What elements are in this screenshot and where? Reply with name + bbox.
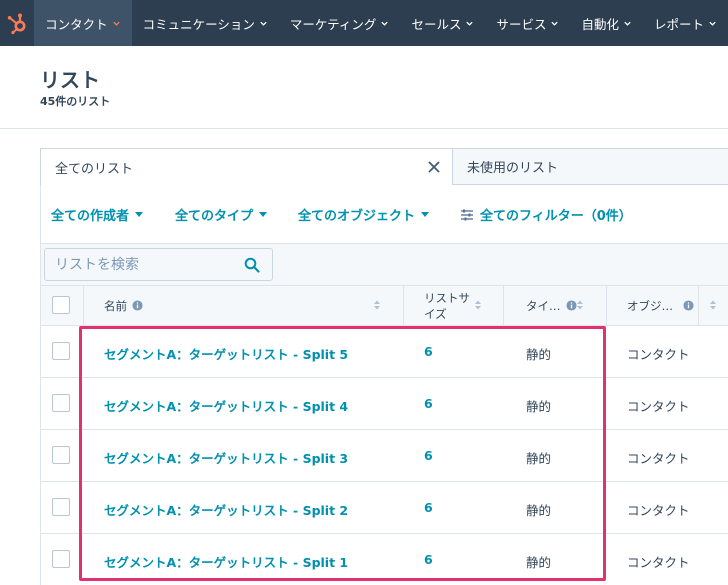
list-size-link[interactable]: 6: [424, 344, 433, 359]
list-size-link[interactable]: 6: [424, 396, 433, 411]
tab-label: 全てのリスト: [55, 161, 134, 177]
row-checkbox[interactable]: [52, 342, 70, 360]
table-header: [41, 285, 728, 326]
nav-item-label: レポート: [653, 16, 704, 32]
list-object: コンタクト: [627, 555, 690, 570]
search-box[interactable]: [44, 248, 273, 281]
chevron-down-icon: [260, 21, 267, 26]
tab-label: 未使用のリスト: [467, 161, 559, 176]
filter-type-dropdown[interactable]: 全てのタイプ: [175, 205, 268, 224]
sort-icon[interactable]: [373, 299, 381, 311]
list-type: 静的: [526, 451, 552, 466]
list-name-link[interactable]: セグメントA：ターゲットリスト - Split 3: [104, 448, 348, 467]
column-header-label: オブジ…: [627, 298, 673, 313]
list-type: 静的: [526, 399, 552, 414]
list-type: 静的: [526, 347, 552, 362]
header-divider: [0, 128, 728, 129]
chevron-down-icon: [551, 21, 559, 26]
caret-down-icon: [135, 212, 144, 217]
nav-item-sales[interactable]: セールス: [400, 0, 485, 46]
hubspot-sprocket-icon[interactable]: [0, 0, 34, 46]
list-size-link[interactable]: 6: [424, 552, 433, 567]
list-count: 45件のリスト: [40, 95, 111, 108]
column-header-name[interactable]: 名前: [104, 285, 143, 326]
nav-item-contacts[interactable]: コンタクト: [34, 0, 132, 46]
sliders-icon: [461, 209, 473, 220]
list-size-link[interactable]: 6: [424, 448, 433, 463]
nav-item-marketing[interactable]: マーケティング: [279, 0, 401, 46]
caret-down-icon: [421, 212, 430, 217]
list-object: コンタクト: [627, 399, 690, 414]
tab-unused-lists[interactable]: 未使用のリスト: [453, 148, 728, 185]
list-object: コンタクト: [627, 503, 690, 518]
list-type: 静的: [526, 555, 552, 570]
list-size-link[interactable]: 6: [424, 500, 433, 515]
nav-item-label: 自動化: [581, 16, 619, 32]
nav-item-reports[interactable]: レポート: [643, 0, 728, 46]
list-object: コンタクト: [627, 347, 690, 362]
filter-label: 全てのタイプ: [175, 209, 254, 224]
nav-item-service[interactable]: サービス: [485, 0, 570, 46]
caret-down-icon: [259, 212, 268, 217]
sort-icon[interactable]: [576, 299, 584, 311]
close-icon[interactable]: [426, 159, 442, 175]
sort-icon[interactable]: [474, 299, 482, 311]
nav-item-label: サービス: [496, 16, 547, 32]
list-object: コンタクト: [627, 451, 690, 466]
nav-item-communications[interactable]: コミュニケーション: [132, 0, 279, 46]
chevron-down-icon: [381, 21, 389, 26]
page-title: リスト: [40, 68, 100, 92]
list-name-link[interactable]: セグメントA：ターゲットリスト - Split 1: [104, 552, 348, 571]
row-checkbox[interactable]: [52, 446, 70, 464]
row-checkbox[interactable]: [52, 498, 70, 516]
nav-item-label: マーケティング: [289, 16, 377, 32]
sort-icon[interactable]: [709, 299, 717, 311]
row-checkbox[interactable]: [52, 550, 70, 568]
list-name-link[interactable]: セグメントA：ターゲットリスト - Split 5: [104, 344, 348, 363]
tab-all-lists[interactable]: 全てのリスト: [40, 148, 453, 185]
column-header-label: タイ…: [526, 298, 561, 313]
row-checkbox[interactable]: [52, 394, 70, 412]
chevron-down-icon: [709, 21, 716, 26]
column-header-object[interactable]: オブジ…: [627, 285, 694, 326]
column-header-list-size[interactable]: リストサ イズ: [424, 285, 470, 326]
filter-object-dropdown[interactable]: 全てのオブジェクト: [298, 205, 430, 224]
column-header-label: 名前: [104, 298, 127, 313]
column-header-label: イズ: [424, 306, 447, 321]
column-header-type[interactable]: タイ…: [526, 285, 577, 326]
filter-label: 全てのオブジェクト: [298, 209, 416, 224]
nav-item-automation[interactable]: 自動化: [570, 0, 643, 46]
list-name-link[interactable]: セグメントA：ターゲットリスト - Split 4: [104, 396, 348, 415]
chevron-down-icon: [624, 21, 631, 26]
info-icon[interactable]: [683, 300, 694, 311]
list-type: 静的: [526, 503, 552, 518]
filter-label: 全てのフィルター（0件）: [480, 209, 632, 224]
chevron-down-icon: [113, 21, 120, 26]
list-name-link[interactable]: セグメントA：ターゲットリスト - Split 2: [104, 500, 348, 519]
search-input[interactable]: [55, 255, 235, 275]
chevron-down-icon: [466, 21, 474, 26]
top-navigation-bar: コンタクト コミュニケーション マーケティング セールス サービス 自動化 レポ…: [0, 0, 728, 46]
search-icon[interactable]: [244, 257, 260, 273]
info-icon[interactable]: [565, 300, 577, 311]
nav-item-label: セールス: [411, 16, 462, 32]
nav-item-label: コミュニケーション: [142, 16, 255, 32]
filter-label: 全ての作成者: [51, 209, 130, 224]
nav-item-label: コンタクト: [45, 16, 108, 32]
all-filters-button[interactable]: 全てのフィルター（0件）: [460, 205, 632, 224]
info-icon[interactable]: [132, 300, 143, 311]
column-header-label: リストサ: [424, 290, 470, 305]
filter-creator-dropdown[interactable]: 全ての作成者: [51, 205, 144, 224]
select-all-checkbox[interactable]: [52, 296, 70, 314]
